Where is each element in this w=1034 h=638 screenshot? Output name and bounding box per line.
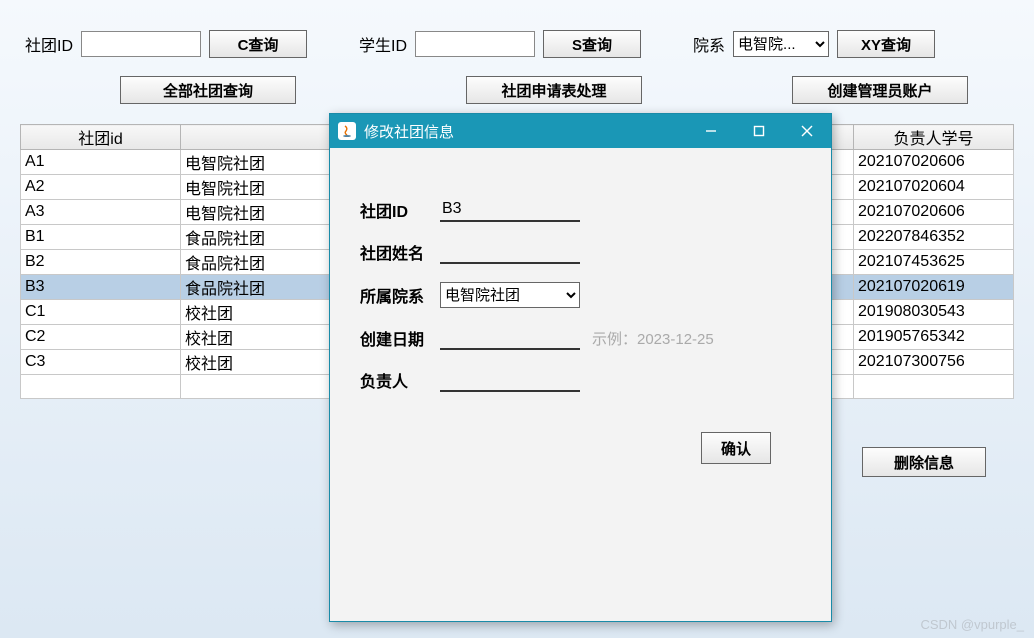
delete-info-button[interactable]: 删除信息 — [862, 447, 986, 477]
dept-label: 院系 — [693, 32, 725, 56]
student-id-input[interactable] — [415, 31, 535, 57]
table-cell: A2 — [21, 175, 181, 200]
form-club-id-label: 社团ID — [360, 198, 440, 222]
table-cell: 202107453625 — [854, 250, 1014, 275]
edit-club-dialog: 修改社团信息 社团ID 社团姓名 所属院系 电智院社团 创建日期 示例：2023… — [329, 113, 832, 622]
watermark: CSDN @vpurple_ — [920, 617, 1024, 632]
confirm-button[interactable]: 确认 — [701, 432, 771, 464]
form-club-id-input[interactable] — [440, 198, 580, 222]
dialog-body: 社团ID 社团姓名 所属院系 电智院社团 创建日期 示例：2023-12-25 … — [330, 148, 831, 484]
table-cell — [21, 375, 181, 399]
form-dept-label: 所属院系 — [360, 283, 440, 307]
table-cell: C3 — [21, 350, 181, 375]
create-date-hint: 示例：2023-12-25 — [592, 328, 714, 349]
club-id-input[interactable] — [81, 31, 201, 57]
java-icon — [338, 122, 356, 140]
form-create-date-input[interactable] — [440, 326, 580, 350]
table-cell — [854, 375, 1014, 399]
s-query-button[interactable]: S查询 — [543, 30, 641, 58]
table-cell: A1 — [21, 150, 181, 175]
table-cell: 202207846352 — [854, 225, 1014, 250]
dialog-title-text: 修改社团信息 — [364, 121, 454, 142]
table-cell: 202107020619 — [854, 275, 1014, 300]
table-cell: C2 — [21, 325, 181, 350]
table-cell: A3 — [21, 200, 181, 225]
dialog-title-bar[interactable]: 修改社团信息 — [330, 114, 831, 148]
all-clubs-button[interactable]: 全部社团查询 — [120, 76, 296, 104]
c-query-button[interactable]: C查询 — [209, 30, 307, 58]
form-dept-select[interactable]: 电智院社团 — [440, 282, 580, 308]
filter-bar: 社团ID C查询 学生ID S查询 院系 电智院... XY查询 — [0, 0, 1034, 68]
application-process-button[interactable]: 社团申请表处理 — [466, 76, 642, 104]
minimize-button[interactable] — [687, 114, 735, 148]
dept-select[interactable]: 电智院... — [733, 31, 829, 57]
table-cell: B1 — [21, 225, 181, 250]
table-cell: B2 — [21, 250, 181, 275]
form-create-date-label: 创建日期 — [360, 326, 440, 350]
table-cell: 202107020604 — [854, 175, 1014, 200]
table-cell: C1 — [21, 300, 181, 325]
student-id-label: 学生ID — [359, 32, 407, 56]
create-admin-button[interactable]: 创建管理员账户 — [792, 76, 968, 104]
col-leader-id: 负责人学号 — [854, 125, 1014, 150]
window-controls — [687, 114, 831, 148]
table-cell: B3 — [21, 275, 181, 300]
club-id-label: 社团ID — [25, 32, 73, 56]
close-button[interactable] — [783, 114, 831, 148]
form-club-name-input[interactable] — [440, 240, 580, 264]
form-club-name-label: 社团姓名 — [360, 240, 440, 264]
table-cell: 202107020606 — [854, 200, 1014, 225]
table-cell: 202107300756 — [854, 350, 1014, 375]
maximize-button[interactable] — [735, 114, 783, 148]
xy-query-button[interactable]: XY查询 — [837, 30, 935, 58]
form-leader-label: 负责人 — [360, 368, 440, 392]
table-cell: 201905765342 — [854, 325, 1014, 350]
table-cell: 202107020606 — [854, 150, 1014, 175]
form-leader-input[interactable] — [440, 368, 580, 392]
table-cell: 201908030543 — [854, 300, 1014, 325]
col-club-id: 社团id — [21, 125, 181, 150]
